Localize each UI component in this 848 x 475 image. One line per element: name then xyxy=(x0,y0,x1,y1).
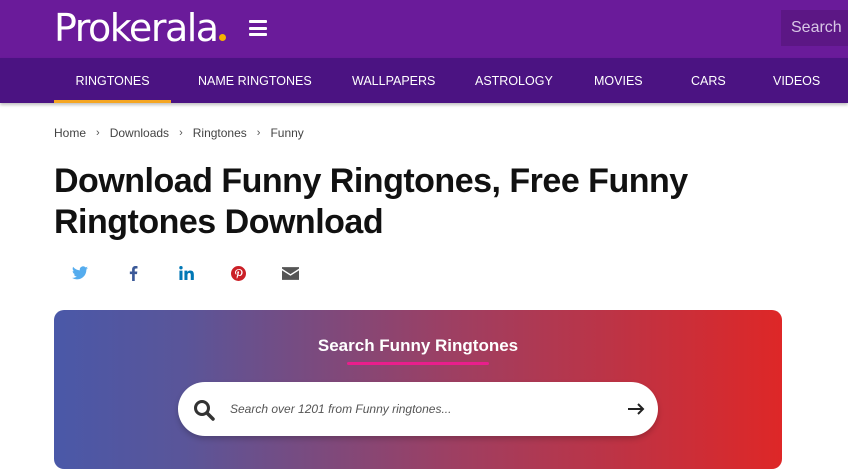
breadcrumb-downloads[interactable]: Downloads xyxy=(110,126,169,140)
breadcrumb: Home › Downloads › Ringtones › Funny xyxy=(54,126,304,140)
nav-item-ringtones[interactable]: RINGTONES xyxy=(54,58,171,103)
arrow-right-icon[interactable] xyxy=(626,399,646,419)
search-hero: Search Funny Ringtones xyxy=(54,310,782,469)
breadcrumb-home[interactable]: Home xyxy=(54,126,86,140)
main-nav: RINGTONES NAME RINGTONES WALLPAPERS ASTR… xyxy=(0,58,848,103)
top-header: Prokerala Search xyxy=(0,0,848,58)
twitter-icon[interactable] xyxy=(71,264,89,282)
nav-item-movies[interactable]: MOVIES xyxy=(594,58,643,103)
pinterest-icon[interactable] xyxy=(229,264,247,282)
hero-title-underline xyxy=(347,362,489,365)
breadcrumb-funny: Funny xyxy=(270,126,304,140)
breadcrumb-ringtones[interactable]: Ringtones xyxy=(193,126,247,140)
nav-item-videos[interactable]: VIDEOS xyxy=(773,58,820,103)
page-title: Download Funny Ringtones, Free Funny Rin… xyxy=(54,162,688,241)
breadcrumb-separator-icon: › xyxy=(96,127,100,139)
logo-text: Prokerala xyxy=(54,6,219,50)
facebook-icon[interactable] xyxy=(124,264,142,282)
linkedin-icon[interactable] xyxy=(177,264,195,282)
nav-item-name-ringtones[interactable]: NAME RINGTONES xyxy=(198,58,312,103)
nav-item-cars[interactable]: CARS xyxy=(691,58,726,103)
header-search-button[interactable]: Search xyxy=(781,10,848,46)
ringtone-search-box xyxy=(178,382,658,436)
nav-item-astrology[interactable]: ASTROLOGY xyxy=(475,58,553,103)
breadcrumb-separator-icon: › xyxy=(179,127,183,139)
breadcrumb-separator-icon: › xyxy=(256,127,261,139)
search-icon[interactable] xyxy=(192,398,216,422)
hamburger-menu-icon[interactable] xyxy=(249,20,267,36)
nav-item-wallpapers[interactable]: WALLPAPERS xyxy=(352,58,435,103)
email-icon[interactable] xyxy=(281,264,299,282)
hero-title: Search Funny Ringtones xyxy=(317,336,519,355)
ringtone-search-input[interactable] xyxy=(230,392,610,426)
logo-dot xyxy=(218,34,226,41)
prokerala-logo[interactable]: Prokerala xyxy=(54,6,226,50)
